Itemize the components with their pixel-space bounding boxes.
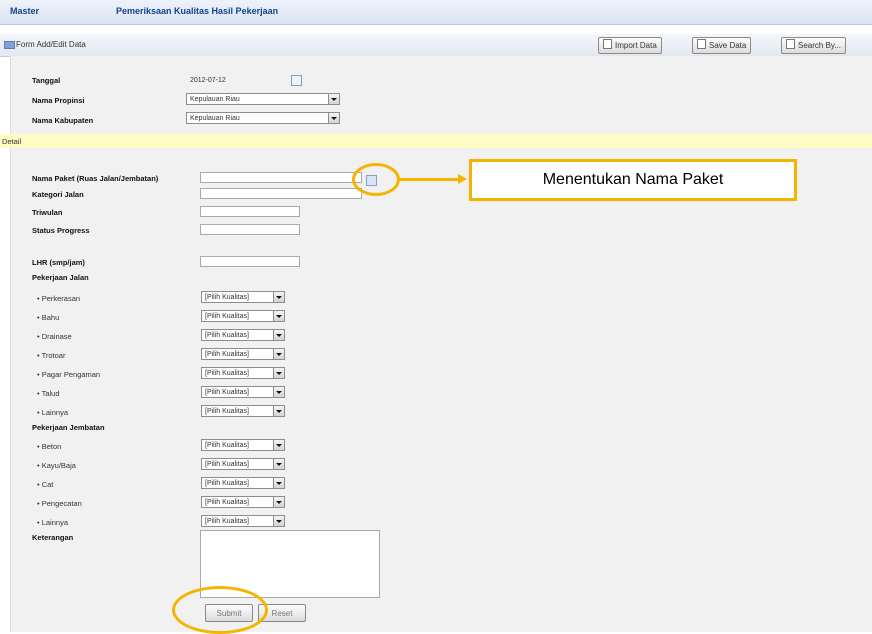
- annotation-arrow-icon: [458, 174, 467, 184]
- jalan-quality-select[interactable]: [Pilih Kualitas]: [201, 367, 285, 379]
- highlight-circle-submit: [172, 586, 268, 634]
- jalan-item-label: • Perkerasan: [37, 294, 81, 303]
- chevron-down-icon[interactable]: [273, 292, 284, 302]
- jembatan-quality-select[interactable]: [Pilih Kualitas]: [201, 458, 285, 470]
- pekerjaan-jembatan-label: Pekerjaan Jembatan: [32, 423, 105, 432]
- chevron-down-icon[interactable]: [273, 311, 284, 321]
- jalan-quality-select[interactable]: [Pilih Kualitas]: [201, 405, 285, 417]
- jalan-item-label: • Pagar Pengaman: [37, 370, 101, 379]
- keterangan-label: Keterangan: [32, 533, 74, 542]
- jalan-quality-select[interactable]: [Pilih Kualitas]: [201, 329, 285, 341]
- title-bar: Master Pemeriksaan Kualitas Hasil Pekerj…: [0, 0, 872, 25]
- select-value: [Pilih Kualitas]: [205, 461, 249, 468]
- jalan-item-label: • Lainnya: [37, 408, 68, 417]
- kategori-label: Kategori Jalan: [32, 190, 84, 199]
- search-icon: [786, 39, 795, 49]
- select-value: [Pilih Kualitas]: [205, 389, 249, 396]
- pekerjaan-jalan-label: Pekerjaan Jalan: [32, 273, 89, 282]
- page-title: Pemeriksaan Kualitas Hasil Pekerjaan: [116, 6, 279, 16]
- chevron-down-icon[interactable]: [273, 497, 284, 507]
- chevron-down-icon[interactable]: [273, 387, 284, 397]
- annotation-arrow-line: [399, 178, 459, 181]
- chevron-down-icon[interactable]: [273, 459, 284, 469]
- search-by-button[interactable]: Search By...: [781, 37, 846, 54]
- save-data-label: Save Data: [709, 41, 747, 50]
- status-progress-input[interactable]: [200, 224, 300, 235]
- select-value: [Pilih Kualitas]: [205, 294, 249, 301]
- jembatan-quality-select[interactable]: [Pilih Kualitas]: [201, 439, 285, 451]
- select-value: [Pilih Kualitas]: [205, 351, 249, 358]
- jalan-item-label: • Trotoar: [37, 351, 66, 360]
- select-value: [Pilih Kualitas]: [205, 499, 249, 506]
- jembatan-quality-select[interactable]: [Pilih Kualitas]: [201, 496, 285, 508]
- kabupaten-select[interactable]: Kepulauan Riau: [186, 112, 340, 124]
- import-data-label: Import Data: [615, 41, 657, 50]
- jembatan-item-label: • Kayu/Baja: [37, 461, 76, 470]
- form-toolbar: Form Add/Edit Data Import Data Save Data…: [0, 34, 872, 57]
- jembatan-item-label: • Cat: [37, 480, 54, 489]
- form-icon: [4, 41, 15, 49]
- chevron-down-icon[interactable]: [273, 440, 284, 450]
- search-by-label: Search By...: [798, 41, 841, 50]
- jalan-item-label: • Bahu: [37, 313, 60, 322]
- chevron-down-icon[interactable]: [328, 94, 339, 104]
- jalan-quality-select[interactable]: [Pilih Kualitas]: [201, 310, 285, 322]
- kabupaten-label: Nama Kabupaten: [32, 116, 94, 125]
- form-title: Form Add/Edit Data: [16, 40, 86, 49]
- lhr-label: LHR (smp/jam): [32, 258, 85, 267]
- chevron-down-icon[interactable]: [273, 406, 284, 416]
- select-value: [Pilih Kualitas]: [205, 370, 249, 377]
- jembatan-item-label: • Lainnya: [37, 518, 68, 527]
- nama-paket-input[interactable]: [200, 172, 362, 183]
- select-value: [Pilih Kualitas]: [205, 332, 249, 339]
- triwulan-input[interactable]: [200, 206, 300, 217]
- select-value: [Pilih Kualitas]: [205, 518, 249, 525]
- jalan-quality-select[interactable]: [Pilih Kualitas]: [201, 386, 285, 398]
- jalan-item-label: • Talud: [37, 389, 60, 398]
- jembatan-quality-select[interactable]: [Pilih Kualitas]: [201, 515, 285, 527]
- select-value: [Pilih Kualitas]: [205, 480, 249, 487]
- propinsi-select[interactable]: Kepulauan Riau: [186, 93, 340, 105]
- lhr-input[interactable]: [200, 256, 300, 267]
- kategori-input[interactable]: [200, 188, 362, 199]
- select-value: [Pilih Kualitas]: [205, 313, 249, 320]
- chevron-down-icon[interactable]: [273, 478, 284, 488]
- save-icon: [697, 39, 706, 49]
- tanggal-label: Tanggal: [32, 76, 61, 85]
- triwulan-label: Triwulan: [32, 208, 63, 217]
- jalan-quality-select[interactable]: [Pilih Kualitas]: [201, 348, 285, 360]
- kabupaten-value: Kepulauan Riau: [190, 115, 240, 122]
- propinsi-value: Kepulauan Riau: [190, 96, 240, 103]
- save-data-button[interactable]: Save Data: [692, 37, 752, 54]
- select-value: [Pilih Kualitas]: [205, 442, 249, 449]
- chevron-down-icon[interactable]: [273, 368, 284, 378]
- select-value: [Pilih Kualitas]: [205, 408, 249, 415]
- detail-section-header: Detail: [0, 134, 872, 148]
- jembatan-item-label: • Beton: [37, 442, 62, 451]
- nama-paket-label: Nama Paket (Ruas Jalan/Jembatan): [32, 174, 159, 183]
- import-data-button[interactable]: Import Data: [598, 37, 662, 54]
- jalan-quality-select[interactable]: [Pilih Kualitas]: [201, 291, 285, 303]
- chevron-down-icon[interactable]: [273, 330, 284, 340]
- detail-label: Detail: [2, 137, 22, 146]
- jembatan-item-label: • Pengecatan: [37, 499, 82, 508]
- highlight-circle-lookup: [352, 163, 400, 196]
- propinsi-label: Nama Propinsi: [32, 96, 85, 105]
- tanggal-input[interactable]: 2012-07-12: [186, 74, 286, 85]
- jalan-item-label: • Drainase: [37, 332, 72, 341]
- jembatan-quality-select[interactable]: [Pilih Kualitas]: [201, 477, 285, 489]
- chevron-down-icon[interactable]: [273, 516, 284, 526]
- annotation-callout: Menentukan Nama Paket: [469, 159, 797, 201]
- import-icon: [603, 39, 612, 49]
- chevron-down-icon[interactable]: [328, 113, 339, 123]
- status-progress-label: Status Progress: [32, 226, 90, 235]
- calendar-icon[interactable]: [291, 75, 302, 86]
- breadcrumb-master[interactable]: Master: [10, 6, 39, 16]
- chevron-down-icon[interactable]: [273, 349, 284, 359]
